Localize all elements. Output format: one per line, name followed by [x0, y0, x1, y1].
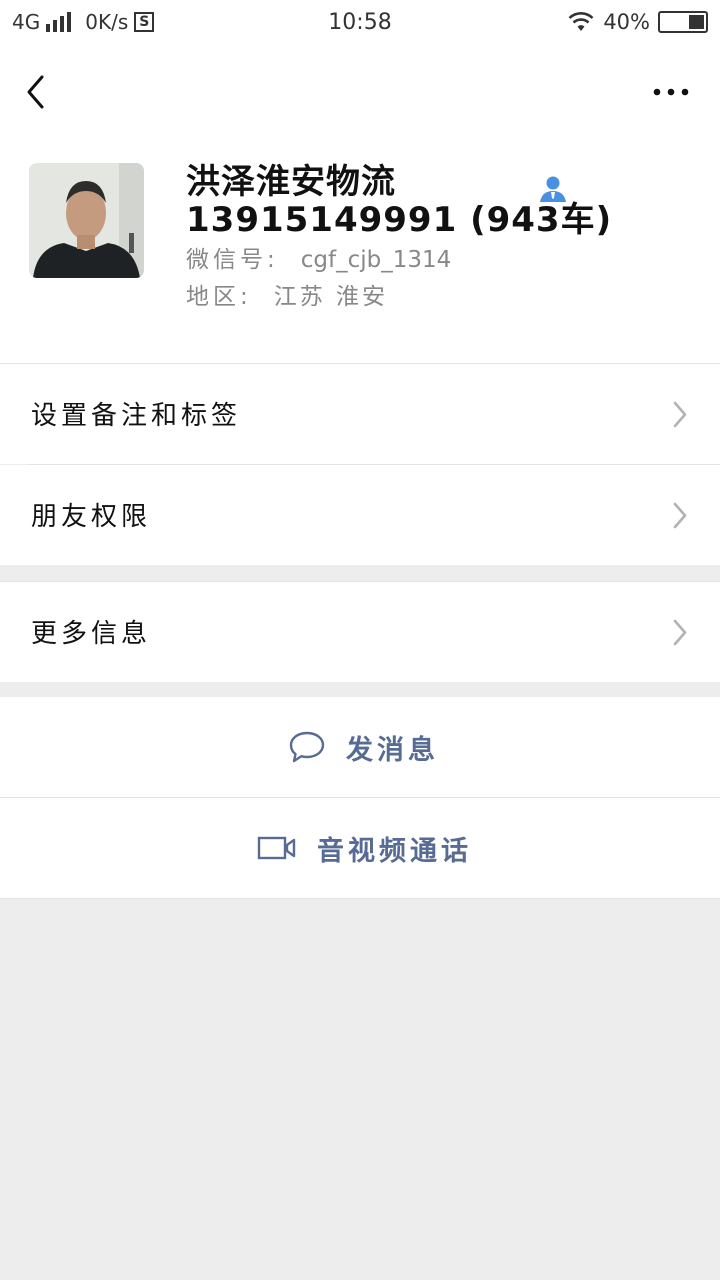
chevron-left-icon[interactable]	[22, 74, 52, 110]
profile-header: 洪泽淮安物流 13915149991 (943车) 微信号: cgf_cjb_13…	[0, 136, 720, 363]
more-dots-icon[interactable]	[652, 80, 690, 104]
chevron-right-icon	[673, 619, 687, 646]
wechat-id-label: 微信号:	[186, 247, 279, 273]
chevron-right-icon	[673, 401, 687, 428]
send-message-button[interactable]: 发消息	[0, 697, 720, 797]
divider	[0, 898, 720, 899]
chevron-right-icon	[673, 502, 687, 529]
wifi-icon	[568, 12, 594, 31]
chat-bubble-icon	[289, 731, 325, 763]
set-remark-tags-cell[interactable]: 设置备注和标签	[0, 364, 720, 464]
video-call-label: 音视频通话	[317, 835, 472, 867]
video-camera-icon	[257, 836, 296, 860]
nav-bar	[0, 46, 720, 136]
region-row: 地区: 江苏 淮安	[186, 277, 388, 311]
battery-icon	[658, 11, 708, 33]
friend-permissions-cell[interactable]: 朋友权限	[0, 465, 720, 565]
wechat-id-row: 微信号: cgf_cjb_1314	[186, 240, 451, 274]
contact-profile-page: 4G 0K/s S 10:58 40% 洪泽淮安物流 13915149991 (…	[0, 0, 720, 1280]
region-value: 江苏 淮安	[273, 284, 389, 310]
contact-person-icon	[540, 176, 566, 202]
more-info-cell[interactable]: 更多信息	[0, 582, 720, 682]
status-bar: 4G 0K/s S 10:58 40%	[0, 0, 720, 46]
status-right: 40%	[567, 10, 708, 34]
set-remark-tags-label: 设置备注和标签	[31, 401, 242, 431]
wechat-id-value: cgf_cjb_1314	[300, 247, 452, 273]
profile-remark: 13915149991 (943车)	[186, 200, 613, 240]
region-label: 地区:	[186, 284, 252, 310]
avatar-photo	[29, 163, 144, 278]
video-call-button[interactable]: 音视频通话	[0, 798, 720, 898]
more-info-label: 更多信息	[31, 619, 152, 649]
friend-permissions-label: 朋友权限	[31, 502, 152, 532]
battery-percent: 40%	[603, 10, 650, 34]
avatar[interactable]	[29, 163, 144, 278]
send-message-label: 发消息	[346, 734, 439, 766]
